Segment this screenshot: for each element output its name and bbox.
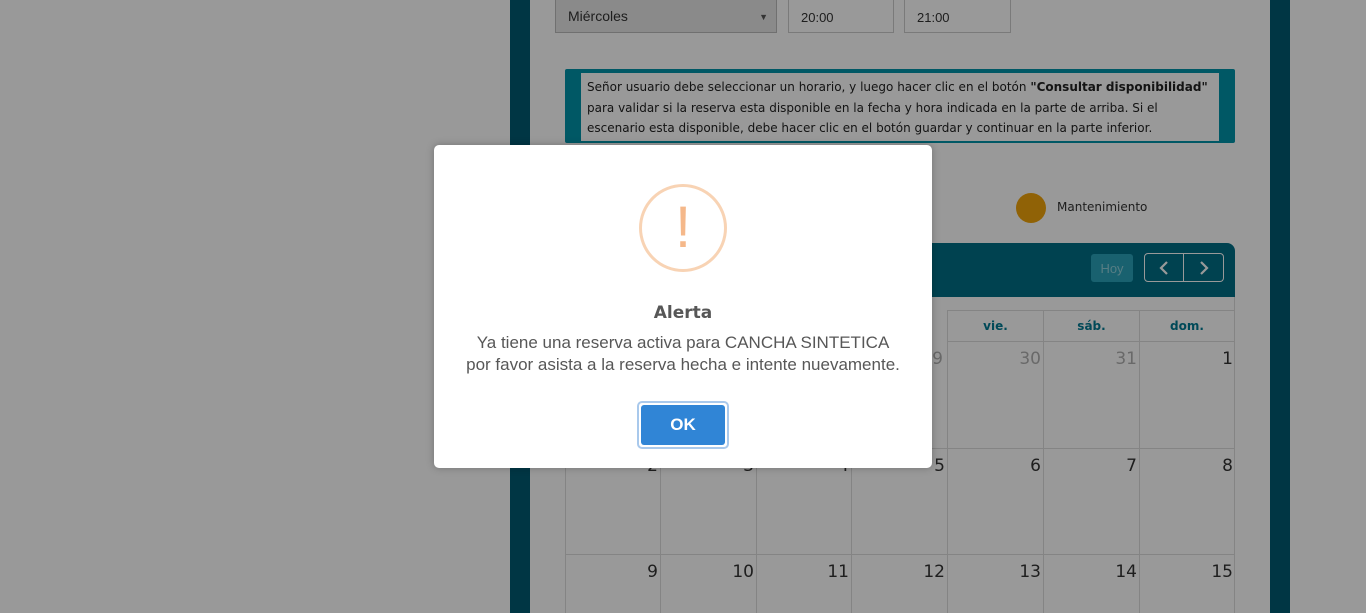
ok-button-label: OK [641, 405, 725, 445]
dialog-message-line: Ya tiene una reserva activa para CANCHA … [476, 333, 890, 352]
dialog-message-line: por favor asista a la reserva hecha e in… [466, 355, 900, 374]
alert-dialog: ! Alerta Ya tiene una reserva activa par… [434, 145, 932, 468]
warning-icon-glyph: ! [674, 195, 692, 260]
ok-button[interactable]: OK [637, 401, 729, 449]
dialog-message: Ya tiene una reserva activa para CANCHA … [434, 332, 932, 376]
dialog-title: Alerta [653, 303, 713, 323]
warning-icon: ! [639, 184, 727, 272]
